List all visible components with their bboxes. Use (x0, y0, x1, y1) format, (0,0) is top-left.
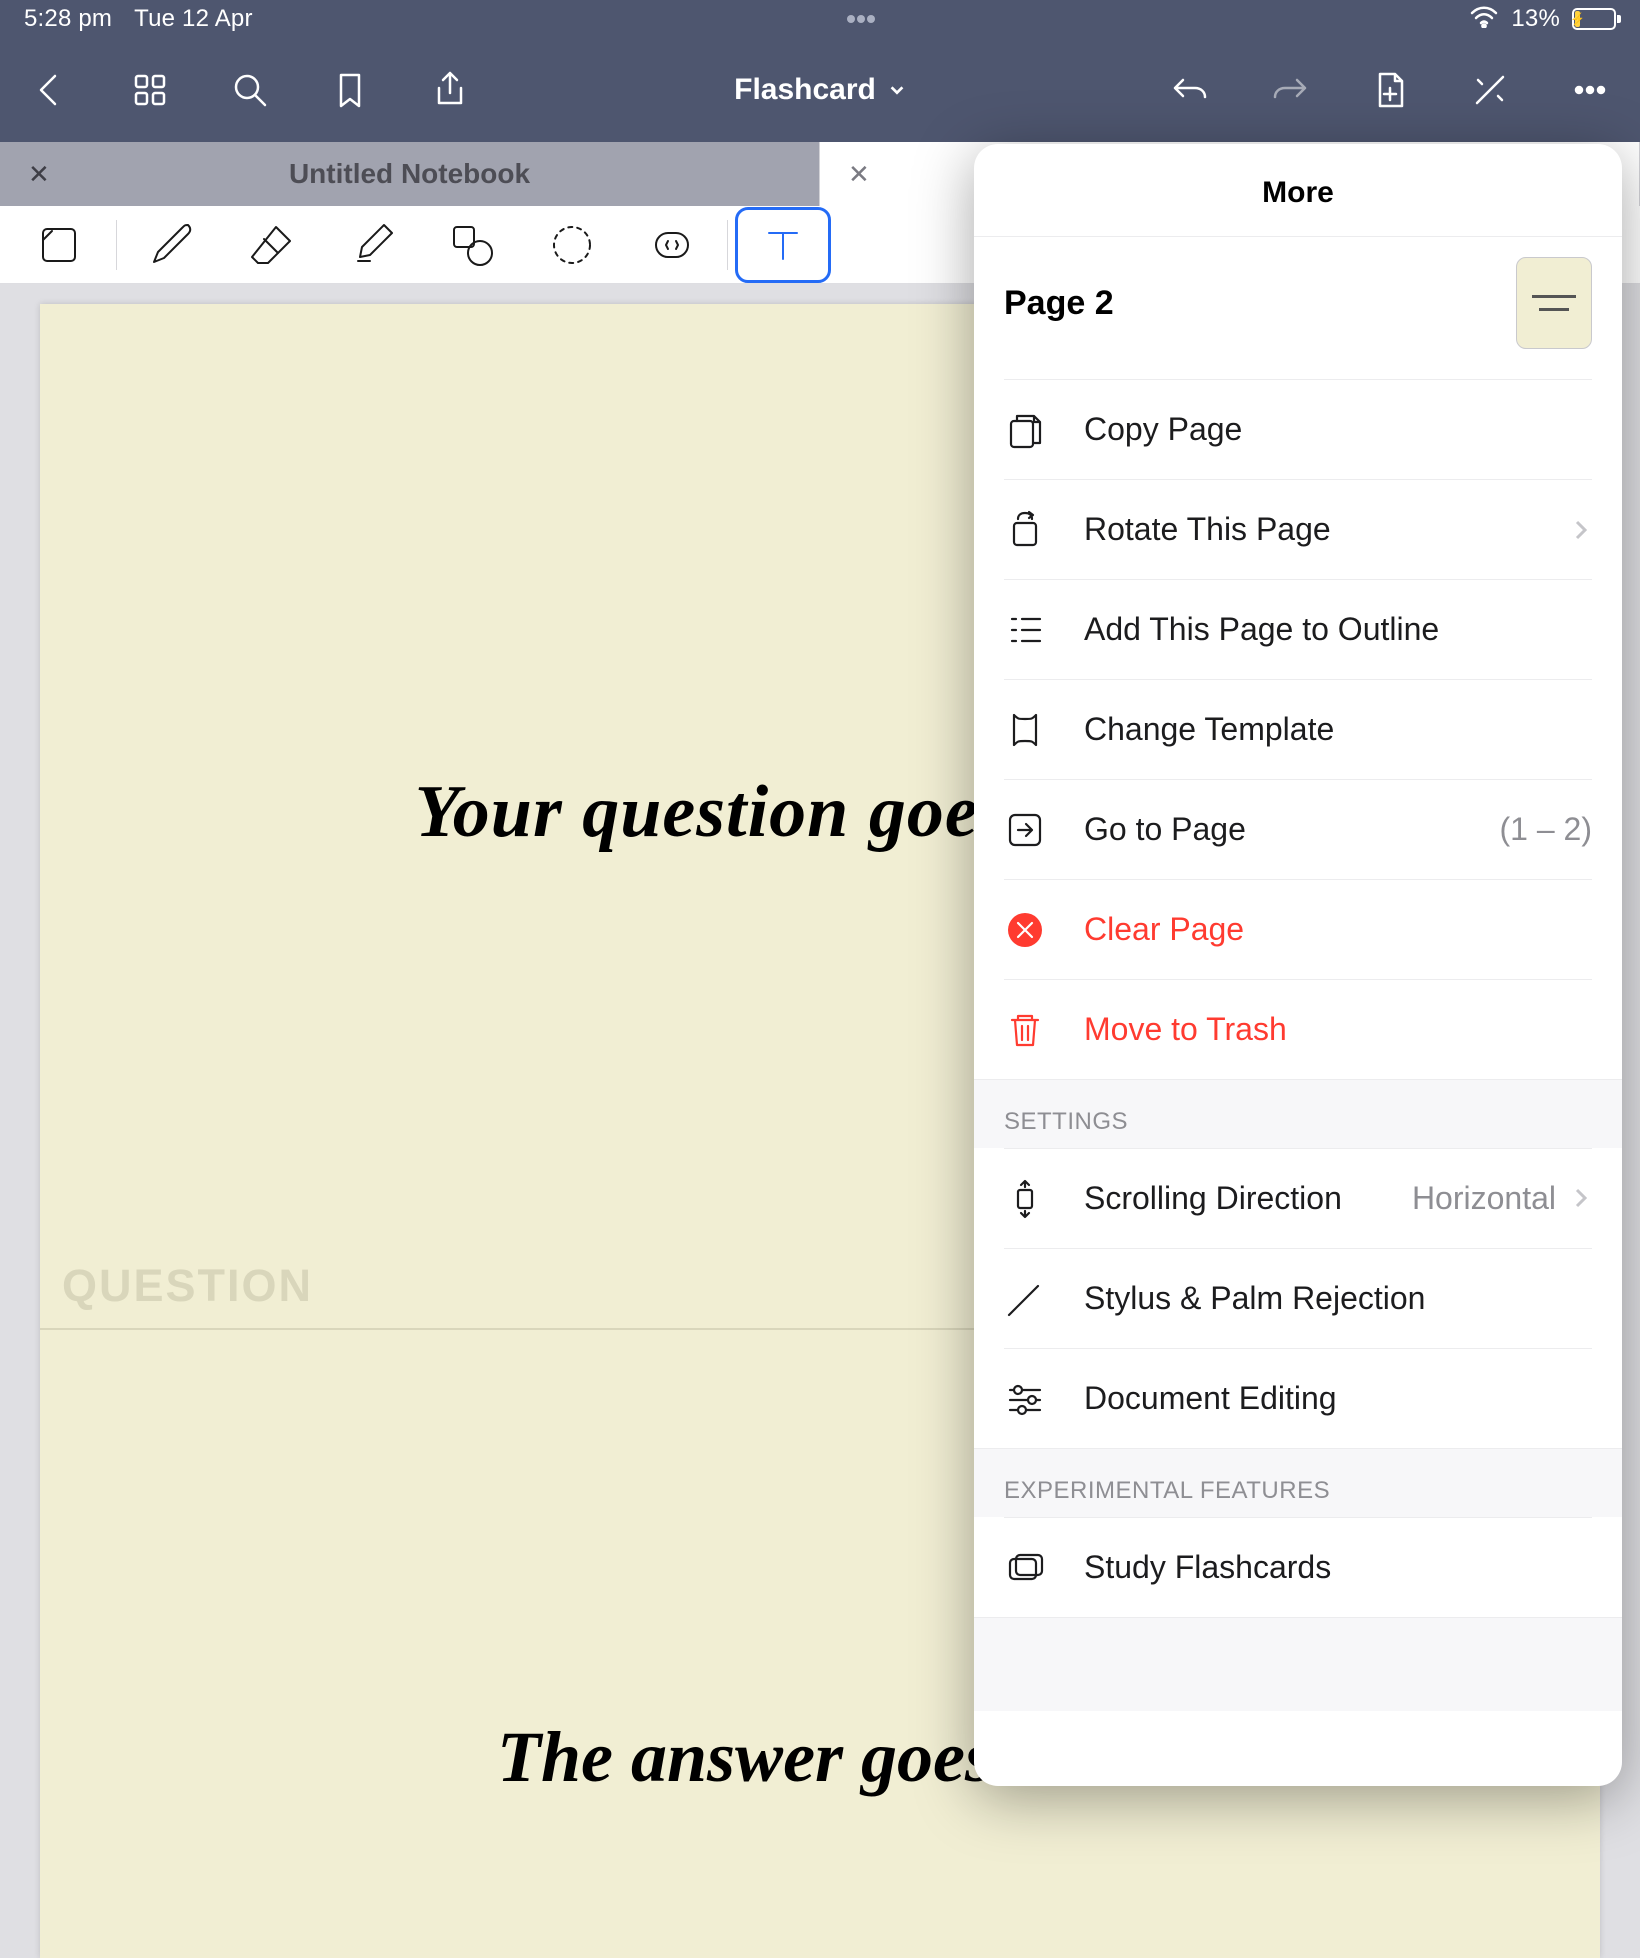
menu-label: Scrolling Direction (1084, 1180, 1342, 1217)
bookmark-button[interactable] (326, 66, 374, 114)
grid-button[interactable] (126, 66, 174, 114)
popover-page-label: Page 2 (1004, 284, 1114, 323)
menu-clear-page[interactable]: Clear Page (1004, 879, 1592, 979)
menu-label: Stylus & Palm Rejection (1084, 1280, 1425, 1317)
scroll-value: Horizontal (1412, 1180, 1592, 1217)
stylus-icon (1004, 1278, 1046, 1320)
menu-stylus[interactable]: Stylus & Palm Rejection (1004, 1248, 1592, 1348)
goto-range: (1 – 2) (1500, 811, 1592, 848)
chevron-right-icon (1570, 519, 1592, 541)
goto-icon (1004, 809, 1046, 851)
app-title-bar: Flashcard (0, 38, 1640, 142)
menu-add-outline[interactable]: Add This Page to Outline (1004, 579, 1592, 679)
document-title: Flashcard (734, 73, 876, 107)
popover-title: More (974, 144, 1622, 237)
eraser-tool[interactable] (227, 210, 317, 280)
menu-label: Change Template (1084, 711, 1334, 748)
more-button[interactable] (1566, 66, 1614, 114)
back-button[interactable] (26, 66, 74, 114)
sticker-tool[interactable] (627, 210, 717, 280)
menu-label: Document Editing (1084, 1380, 1337, 1417)
menu-document-editing[interactable]: Document Editing (1004, 1348, 1592, 1448)
share-button[interactable] (426, 66, 474, 114)
page-thumbnail[interactable] (1516, 257, 1592, 349)
settings-header: SETTINGS (974, 1079, 1622, 1148)
menu-label: Go to Page (1084, 811, 1246, 848)
clear-icon (1004, 909, 1046, 951)
menu-label: Clear Page (1084, 911, 1244, 948)
menu-move-trash[interactable]: Move to Trash (1004, 979, 1592, 1079)
battery-icon: ⚡ (1572, 8, 1616, 30)
outline-icon (1004, 609, 1046, 651)
cards-icon (1004, 1547, 1046, 1589)
divider (727, 220, 728, 270)
document-title-button[interactable]: Flashcard (734, 73, 906, 107)
menu-rotate-page[interactable]: Rotate This Page (1004, 479, 1592, 579)
popover-footer (974, 1617, 1622, 1711)
status-bar: 5:28 pm Tue 12 Apr 13% ⚡ (0, 0, 1640, 38)
add-page-button[interactable] (1366, 66, 1414, 114)
trash-icon (1004, 1009, 1046, 1051)
text-tool[interactable] (738, 210, 828, 280)
magic-button[interactable] (1466, 66, 1514, 114)
undo-button[interactable] (1166, 66, 1214, 114)
redo-button[interactable] (1266, 66, 1314, 114)
menu-goto-page[interactable]: Go to Page (1 – 2) (1004, 779, 1592, 879)
sliders-icon (1004, 1378, 1046, 1420)
rotate-icon (1004, 509, 1046, 551)
battery-percent: 13% (1511, 5, 1560, 33)
menu-scrolling-direction[interactable]: Scrolling Direction Horizontal (1004, 1148, 1592, 1248)
menu-label: Rotate This Page (1084, 511, 1331, 548)
experimental-header: EXPERIMENTAL FEATURES (974, 1448, 1622, 1517)
tab-notebook[interactable]: ✕ Untitled Notebook (0, 142, 820, 206)
readonly-tool[interactable] (16, 210, 106, 280)
more-popover: More Page 2 Copy Page Rotate This Page A… (974, 144, 1622, 1786)
menu-study-flashcards[interactable]: Study Flashcards (1004, 1517, 1592, 1617)
copy-icon (1004, 409, 1046, 451)
question-label: QUESTION (62, 1260, 313, 1312)
wifi-icon (1469, 4, 1499, 35)
highlighter-tool[interactable] (327, 210, 417, 280)
multitask-dots-icon[interactable] (846, 14, 876, 24)
divider (116, 220, 117, 270)
menu-change-template[interactable]: Change Template (1004, 679, 1592, 779)
menu-label: Add This Page to Outline (1084, 611, 1439, 648)
scroll-icon (1004, 1178, 1046, 1220)
status-date: Tue 12 Apr (134, 5, 253, 33)
menu-copy-page[interactable]: Copy Page (1004, 379, 1592, 479)
search-button[interactable] (226, 66, 274, 114)
lasso-tool[interactable] (527, 210, 617, 280)
menu-label: Study Flashcards (1084, 1549, 1331, 1586)
template-icon (1004, 709, 1046, 751)
shape-tool[interactable] (427, 210, 517, 280)
pen-tool[interactable] (127, 210, 217, 280)
tab-close-icon[interactable]: ✕ (848, 159, 870, 190)
status-time: 5:28 pm (24, 5, 112, 33)
tab-close-icon[interactable]: ✕ (28, 159, 50, 190)
tab-label: Untitled Notebook (289, 158, 530, 190)
menu-label: Copy Page (1084, 411, 1242, 448)
menu-label: Move to Trash (1084, 1011, 1287, 1048)
